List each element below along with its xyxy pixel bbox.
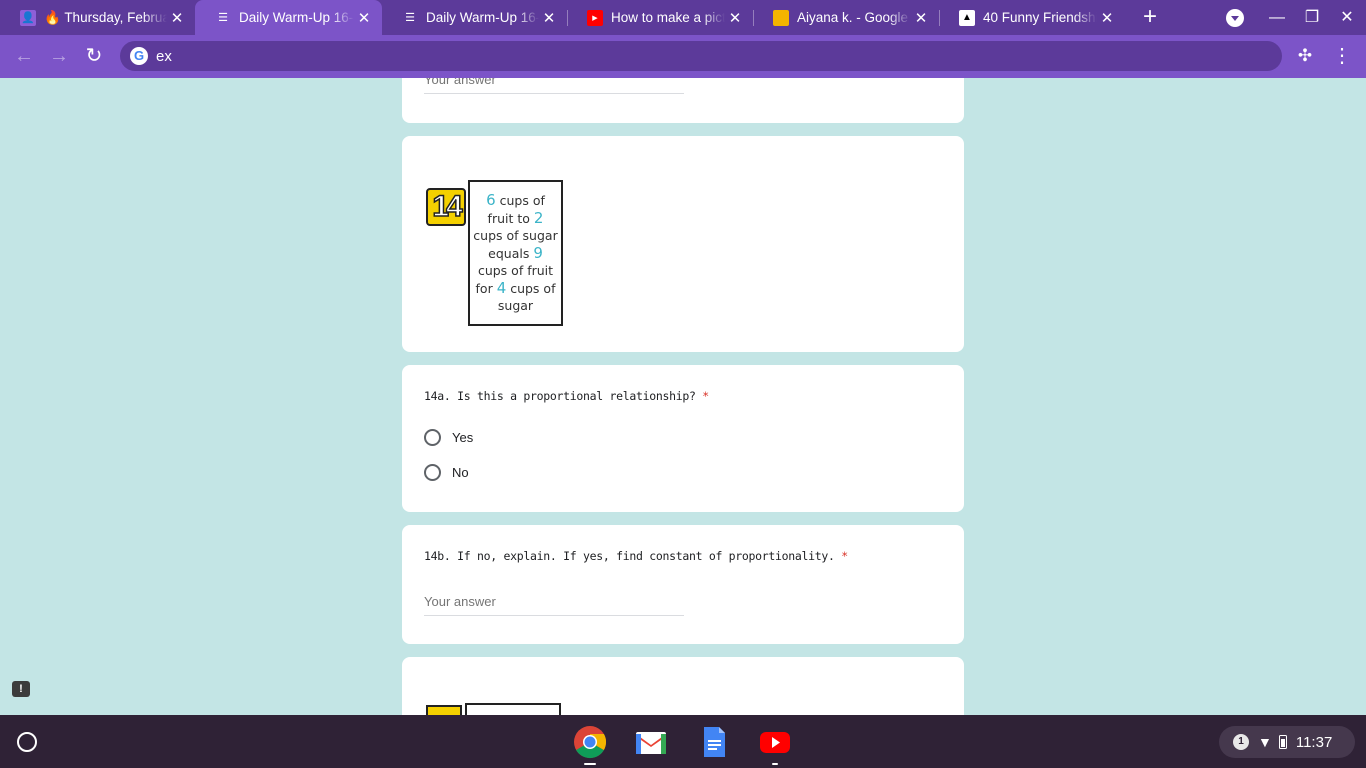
google-icon: G xyxy=(130,47,148,65)
question-15-image-card xyxy=(402,657,964,715)
forms-icon: ☰ xyxy=(405,12,415,24)
answer-input[interactable]: Your answer xyxy=(424,594,684,616)
wifi-icon: ▼ xyxy=(1258,734,1272,750)
clock: 11:37 xyxy=(1295,733,1333,751)
radio-button[interactable] xyxy=(424,429,441,446)
tab-title: 40 Funny Friendship xyxy=(983,10,1097,25)
site-icon: ▲ xyxy=(959,9,975,26)
gmail-icon[interactable] xyxy=(634,725,668,759)
number-value: 6 xyxy=(486,191,496,209)
previous-question-card: Your answer xyxy=(402,78,964,123)
tab-title: Daily Warm-Up 16-4 xyxy=(239,10,354,25)
number-value: 4 xyxy=(496,278,507,297)
question-14a-card: 14a. Is this a proportional relationship… xyxy=(402,365,964,512)
classroom-icon: 👤 xyxy=(20,9,36,26)
problem-image xyxy=(465,703,561,715)
question-number-badge: 14 xyxy=(426,188,466,226)
menu-icon[interactable]: ⋮ xyxy=(1329,43,1355,69)
option-label: Yes xyxy=(452,430,474,445)
close-tab-icon[interactable]: ✕ xyxy=(725,9,745,27)
close-tab-icon[interactable]: ✕ xyxy=(167,9,187,27)
chrome-icon[interactable] xyxy=(573,725,607,759)
number-value: 9 xyxy=(533,243,543,262)
radio-button[interactable] xyxy=(424,464,441,481)
tab-google-slides[interactable]: Aiyana k. - Google Slides ✕ xyxy=(753,0,939,35)
tab-title: Aiyana k. - Google Slides xyxy=(797,10,911,25)
running-indicator xyxy=(772,763,778,765)
os-shelf: 1 ▼ 11:37 xyxy=(0,715,1366,768)
question-14-image-card: 14 6 cups of fruit to 2 cups of sugar eq… xyxy=(402,136,964,352)
launcher-icon[interactable] xyxy=(17,732,37,752)
tab-youtube[interactable]: ▶ How to make a picture ✕ xyxy=(567,0,753,35)
question-text: 14a. Is this a proportional relationship… xyxy=(424,389,696,403)
tab-search-icon[interactable] xyxy=(1226,9,1244,27)
feedback-icon[interactable]: ! xyxy=(12,681,30,697)
close-tab-icon[interactable]: ✕ xyxy=(911,9,931,27)
extensions-icon[interactable]: ✣ xyxy=(1292,43,1318,69)
required-asterisk: * xyxy=(841,549,848,563)
browser-toolbar: ← → ↻ G ex ✣ ⋮ xyxy=(0,35,1366,78)
form-page: Your answer 14 6 cups of fruit to 2 cups… xyxy=(0,78,1366,715)
close-tab-icon[interactable]: ✕ xyxy=(354,9,374,27)
problem-text: cups of sugar equals xyxy=(473,228,558,261)
radio-option-no[interactable]: No xyxy=(424,464,469,481)
status-area[interactable]: 1 ▼ 11:37 xyxy=(1219,726,1355,758)
running-indicator xyxy=(584,763,596,765)
close-tab-icon[interactable]: ✕ xyxy=(1097,9,1117,27)
address-bar[interactable]: G ex xyxy=(120,41,1282,71)
youtube-icon: ▶ xyxy=(587,9,603,26)
question-title: 14a. Is this a proportional relationship… xyxy=(424,389,709,403)
docs-icon[interactable] xyxy=(697,725,731,759)
forms-icon: ☰ xyxy=(218,12,228,24)
question-14b-card: 14b. If no, explain. If yes, find consta… xyxy=(402,525,964,644)
tab-daily-warm-up-16-5[interactable]: ☰ Daily Warm-Up 16-5 ✕ xyxy=(382,0,567,35)
question-text: 14b. If no, explain. If yes, find consta… xyxy=(424,549,835,563)
slides-icon xyxy=(773,9,789,26)
notification-count: 1 xyxy=(1233,734,1249,750)
tab-title: Daily Warm-Up 16-5 xyxy=(426,10,539,25)
tab-classroom[interactable]: 👤 🔥 Thursday, February ✕ xyxy=(0,0,195,35)
youtube-app-icon[interactable] xyxy=(758,725,792,759)
number-value: 2 xyxy=(533,208,544,227)
answer-input[interactable]: Your answer xyxy=(424,78,684,94)
address-text: ex xyxy=(156,47,172,65)
tab-funny-friendship[interactable]: ▲ 40 Funny Friendship ✕ xyxy=(939,0,1125,35)
tab-strip: 👤 🔥 Thursday, February ✕ ☰ Daily Warm-Up… xyxy=(0,0,1366,35)
close-tab-icon[interactable]: ✕ xyxy=(539,9,559,27)
required-asterisk: * xyxy=(702,389,709,403)
battery-icon xyxy=(1278,735,1287,749)
reload-icon[interactable]: ↻ xyxy=(81,43,107,69)
radio-option-yes[interactable]: Yes xyxy=(424,429,473,446)
minimize-icon[interactable]: — xyxy=(1264,5,1290,31)
new-tab-button[interactable]: + xyxy=(1138,4,1162,30)
tab-daily-warm-up-16-4[interactable]: ☰ Daily Warm-Up 16-4 ✕ xyxy=(195,0,382,35)
problem-text: cups of sugar xyxy=(497,280,556,314)
question-number-badge xyxy=(426,705,462,715)
question-title: 14b. If no, explain. If yes, find consta… xyxy=(424,549,848,563)
option-label: No xyxy=(452,465,469,480)
problem-statement: 6 cups of fruit to 2 cups of sugar equal… xyxy=(468,180,563,326)
forward-icon[interactable]: → xyxy=(46,43,72,69)
close-window-icon[interactable]: ✕ xyxy=(1334,5,1360,31)
tab-title: 🔥 Thursday, February xyxy=(44,9,167,25)
back-icon[interactable]: ← xyxy=(11,43,37,69)
tab-title: How to make a picture xyxy=(611,10,725,25)
restore-icon[interactable]: ❐ xyxy=(1299,5,1325,31)
